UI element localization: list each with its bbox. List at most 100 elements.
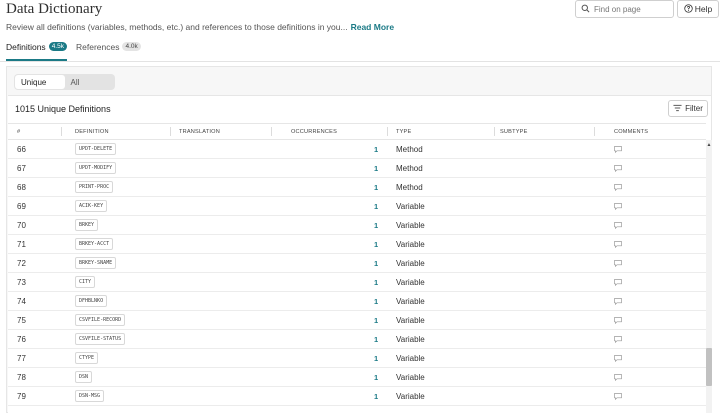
definition-cell[interactable]: DSN-MSG (75, 387, 105, 405)
comments-cell[interactable] (614, 311, 622, 329)
column-header-comments[interactable]: COMMENTS (614, 124, 648, 139)
definition-cell[interactable]: ACIK-KEY (75, 197, 108, 215)
comments-cell[interactable] (614, 140, 622, 158)
definition-pill[interactable]: BRKEY (75, 219, 99, 231)
comment-icon[interactable] (614, 311, 622, 329)
comment-icon[interactable] (614, 140, 622, 158)
definition-pill[interactable]: CITY (75, 276, 96, 288)
definition-cell[interactable]: DSN (75, 368, 93, 386)
find-on-page[interactable] (575, 0, 674, 18)
definition-pill[interactable]: UPDT-MODIFY (75, 162, 117, 174)
definition-cell[interactable]: CSVFILE-RECORD (75, 311, 126, 329)
occurrences-cell[interactable]: 1 (374, 140, 378, 158)
table-row[interactable]: 77 CTYPE 1 Variable (8, 349, 706, 368)
definition-pill[interactable]: CSVFILE-STATUS (75, 333, 126, 345)
table-row[interactable]: 72 BRKEY-SNAME 1 Variable (8, 254, 706, 273)
definition-pill[interactable]: CSVFILE-RECORD (75, 314, 126, 326)
comment-icon[interactable] (614, 349, 622, 367)
column-header-translation[interactable]: TRANSLATION (179, 124, 220, 139)
comments-cell[interactable] (614, 292, 622, 310)
table-row[interactable]: 75 CSVFILE-RECORD 1 Variable (8, 311, 706, 330)
scroll-up-arrow[interactable]: ▲ (706, 142, 712, 148)
occurrences-cell[interactable]: 1 (374, 387, 378, 405)
occurrences-cell[interactable]: 1 (374, 197, 378, 215)
comment-icon[interactable] (614, 273, 622, 291)
column-header-definition[interactable]: DEFINITION (75, 124, 109, 139)
table-row[interactable]: 70 BRKEY 1 Variable (8, 216, 706, 235)
tab-references[interactable]: References 4.0k (76, 41, 141, 61)
find-on-page-input[interactable] (594, 4, 670, 14)
column-header-occurrences[interactable]: OCCURRENCES (291, 124, 337, 139)
occurrences-cell[interactable]: 1 (374, 273, 378, 291)
definition-cell[interactable]: BRKEY (75, 216, 99, 234)
comment-icon[interactable] (614, 197, 622, 215)
table-row[interactable]: 74 DFHBLNKO 1 Variable (8, 292, 706, 311)
table-row[interactable]: 66 UPDT-DELETE 1 Method (8, 140, 706, 159)
occurrences-cell[interactable]: 1 (374, 330, 378, 348)
comments-cell[interactable] (614, 197, 622, 215)
comment-icon[interactable] (614, 330, 622, 348)
comment-icon[interactable] (614, 159, 622, 177)
table-row[interactable]: 78 DSN 1 Variable (8, 368, 706, 387)
table-row[interactable]: 67 UPDT-MODIFY 1 Method (8, 159, 706, 178)
occurrences-cell[interactable]: 1 (374, 216, 378, 234)
comments-cell[interactable] (614, 254, 622, 272)
comments-cell[interactable] (614, 349, 622, 367)
definition-cell[interactable]: CSVFILE-STATUS (75, 330, 126, 348)
occurrences-cell[interactable]: 1 (374, 254, 378, 272)
column-header-subtype[interactable]: SUBTYPE (500, 124, 528, 139)
comment-icon[interactable] (614, 178, 622, 196)
definition-cell[interactable]: DFHBLNKO (75, 292, 108, 310)
occurrences-cell[interactable]: 1 (374, 349, 378, 367)
definition-pill[interactable]: BRKEY-SNAME (75, 257, 117, 269)
occurrences-cell[interactable]: 1 (374, 368, 378, 386)
scrollbar-thumb[interactable] (706, 348, 712, 386)
definition-pill[interactable]: BRKEY-ACCT (75, 238, 114, 250)
filter-button[interactable]: Filter (668, 100, 708, 117)
occurrences-cell[interactable]: 1 (374, 292, 378, 310)
comments-cell[interactable] (614, 178, 622, 196)
definition-pill[interactable]: UPDT-DELETE (75, 143, 117, 155)
comments-cell[interactable] (614, 368, 622, 386)
comment-icon[interactable] (614, 387, 622, 405)
comments-cell[interactable] (614, 330, 622, 348)
comments-cell[interactable] (614, 216, 622, 234)
comments-cell[interactable] (614, 159, 622, 177)
definition-cell[interactable]: UPDT-DELETE (75, 140, 117, 158)
table-row[interactable]: 71 BRKEY-ACCT 1 Variable (8, 235, 706, 254)
tab-definitions[interactable]: Definitions 4.5k (6, 41, 67, 61)
definition-cell[interactable]: BRKEY-SNAME (75, 254, 117, 272)
table-row[interactable]: 69 ACIK-KEY 1 Variable (8, 197, 706, 216)
comment-icon[interactable] (614, 368, 622, 386)
occurrences-cell[interactable]: 1 (374, 311, 378, 329)
read-more-link[interactable]: Read More (351, 22, 394, 32)
column-header-type[interactable]: TYPE (396, 124, 411, 139)
definition-pill[interactable]: CTYPE (75, 352, 99, 364)
help-button[interactable]: Help (677, 0, 719, 18)
definition-pill[interactable]: ACIK-KEY (75, 200, 108, 212)
comment-icon[interactable] (614, 235, 622, 253)
occurrences-cell[interactable]: 1 (374, 235, 378, 253)
definition-pill[interactable]: DSN (75, 371, 93, 383)
definition-cell[interactable]: CTYPE (75, 349, 99, 367)
definition-pill[interactable]: DSN-MSG (75, 390, 105, 402)
occurrences-cell[interactable]: 1 (374, 178, 378, 196)
scrollbar[interactable]: ▲ (706, 140, 712, 413)
comments-cell[interactable] (614, 273, 622, 291)
comment-icon[interactable] (614, 292, 622, 310)
definition-cell[interactable]: BRKEY-ACCT (75, 235, 114, 253)
comment-icon[interactable] (614, 216, 622, 234)
comment-icon[interactable] (614, 254, 622, 272)
toggle-unique[interactable]: Unique (15, 75, 65, 89)
comments-cell[interactable] (614, 235, 622, 253)
toggle-all[interactable]: All (65, 75, 115, 89)
occurrences-cell[interactable]: 1 (374, 159, 378, 177)
definition-cell[interactable]: PRINT-PROC (75, 178, 114, 196)
definition-pill[interactable]: DFHBLNKO (75, 295, 108, 307)
definition-cell[interactable]: UPDT-MODIFY (75, 159, 117, 177)
definition-pill[interactable]: PRINT-PROC (75, 181, 114, 193)
column-header-number[interactable]: # (17, 124, 20, 139)
table-row[interactable]: 76 CSVFILE-STATUS 1 Variable (8, 330, 706, 349)
definition-cell[interactable]: CITY (75, 273, 96, 291)
comments-cell[interactable] (614, 387, 622, 405)
